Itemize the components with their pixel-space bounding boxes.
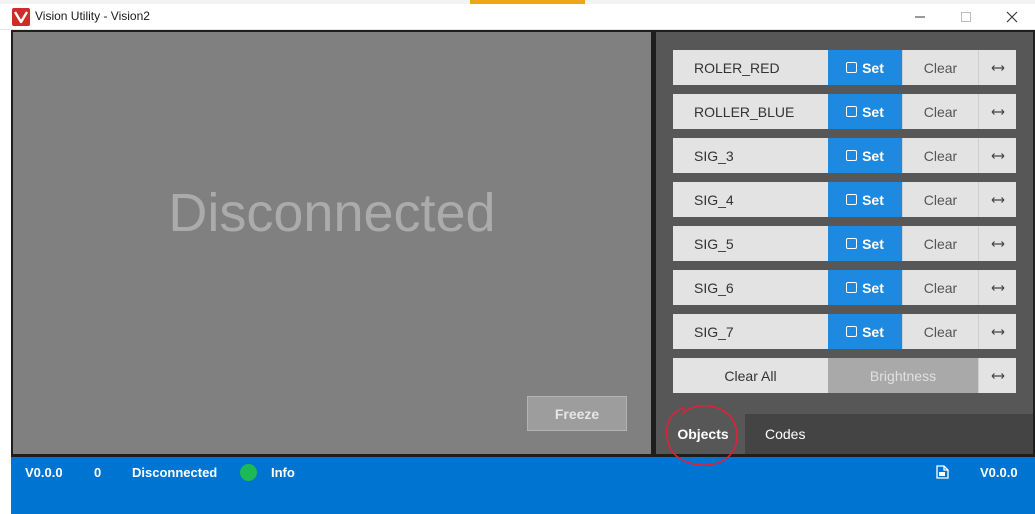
clear-button[interactable]: Clear [902, 50, 978, 85]
minimize-button[interactable] [897, 4, 943, 30]
camera-status-text: Disconnected [168, 183, 496, 243]
set-label: Set [862, 279, 884, 296]
window-title: Vision Utility - Vision2 [35, 9, 150, 23]
info-link[interactable]: Info [271, 465, 295, 480]
expand-button[interactable] [978, 50, 1016, 85]
expand-button[interactable] [978, 138, 1016, 173]
set-button[interactable]: Set [828, 94, 902, 129]
set-button[interactable]: Set [828, 182, 902, 217]
set-label: Set [862, 191, 884, 208]
close-icon [1006, 11, 1018, 23]
freeze-button[interactable]: Freeze [527, 396, 627, 431]
set-label: Set [862, 59, 884, 76]
document-icon[interactable] [936, 465, 949, 479]
set-button[interactable]: Set [828, 50, 902, 85]
expand-button[interactable] [978, 270, 1016, 305]
double-arrow-icon [991, 284, 1004, 291]
double-arrow-icon [991, 196, 1004, 203]
maximize-button[interactable] [943, 4, 989, 30]
camera-view: Disconnected Freeze [13, 32, 651, 454]
tab-codes[interactable]: Codes [745, 414, 1033, 454]
clear-all-button[interactable]: Clear All [673, 358, 828, 393]
brightness-button[interactable]: Brightness [828, 358, 978, 393]
signature-row: SIG_7 Set Clear [673, 314, 1016, 349]
checkbox-icon [846, 282, 858, 293]
expand-button[interactable] [978, 226, 1016, 261]
brightness-expand-button[interactable] [978, 358, 1016, 393]
firmware-version: V0.0.0 [25, 465, 63, 480]
signature-name[interactable]: ROLER_RED [673, 50, 828, 85]
controls-row: Clear All Brightness [673, 358, 1016, 393]
checkbox-icon [846, 238, 858, 249]
object-count: 0 [94, 465, 102, 480]
set-label: Set [862, 147, 884, 164]
clear-button[interactable]: Clear [902, 270, 978, 305]
minimize-icon [915, 16, 925, 18]
clear-button[interactable]: Clear [902, 94, 978, 129]
signature-name[interactable]: SIG_6 [673, 270, 828, 305]
signature-name[interactable]: SIG_5 [673, 226, 828, 261]
set-label: Set [862, 235, 884, 252]
expand-button[interactable] [978, 94, 1016, 129]
checkbox-icon [846, 106, 858, 117]
set-button[interactable]: Set [828, 270, 902, 305]
connection-status: Disconnected [132, 465, 218, 480]
checkbox-icon [846, 62, 858, 73]
expand-button[interactable] [978, 182, 1016, 217]
set-label: Set [862, 323, 884, 340]
status-indicator-icon [240, 464, 257, 481]
checkbox-icon [846, 194, 858, 205]
app-version: V0.0.0 [980, 465, 1018, 480]
signature-panel: ROLER_RED Set Clear ROLLER_BLUE Set Clea… [656, 32, 1033, 454]
checkbox-icon [846, 150, 858, 161]
signature-name[interactable]: ROLLER_BLUE [673, 94, 828, 129]
title-bar: Vision Utility - Vision2 [0, 4, 1035, 30]
clear-button[interactable]: Clear [902, 226, 978, 261]
signature-row: SIG_6 Set Clear [673, 270, 1016, 305]
status-bar: V0.0.0 0 Disconnected Info V0.0.0 [11, 457, 1035, 514]
checkbox-icon [846, 326, 858, 337]
double-arrow-icon [991, 64, 1004, 71]
double-arrow-icon [991, 152, 1004, 159]
set-label: Set [862, 103, 884, 120]
double-arrow-icon [991, 328, 1004, 335]
close-button[interactable] [989, 4, 1035, 30]
double-arrow-icon [991, 372, 1004, 379]
signature-row: ROLER_RED Set Clear [673, 50, 1016, 85]
set-button[interactable]: Set [828, 314, 902, 349]
expand-button[interactable] [978, 314, 1016, 349]
signature-name[interactable]: SIG_3 [673, 138, 828, 173]
double-arrow-icon [991, 108, 1004, 115]
annotation-circle-icon [666, 404, 738, 466]
signature-row: ROLLER_BLUE Set Clear [673, 94, 1016, 129]
clear-button[interactable]: Clear [902, 138, 978, 173]
set-button[interactable]: Set [828, 138, 902, 173]
signature-name[interactable]: SIG_7 [673, 314, 828, 349]
main-window: Disconnected Freeze ROLER_RED Set Clear … [11, 30, 1035, 457]
maximize-icon [961, 12, 971, 22]
set-button[interactable]: Set [828, 226, 902, 261]
double-arrow-icon [991, 240, 1004, 247]
vex-logo-icon [12, 8, 30, 26]
signature-name[interactable]: SIG_4 [673, 182, 828, 217]
signature-row: SIG_5 Set Clear [673, 226, 1016, 261]
clear-button[interactable]: Clear [902, 182, 978, 217]
signature-row: SIG_4 Set Clear [673, 182, 1016, 217]
signature-row: SIG_3 Set Clear [673, 138, 1016, 173]
clear-button[interactable]: Clear [902, 314, 978, 349]
